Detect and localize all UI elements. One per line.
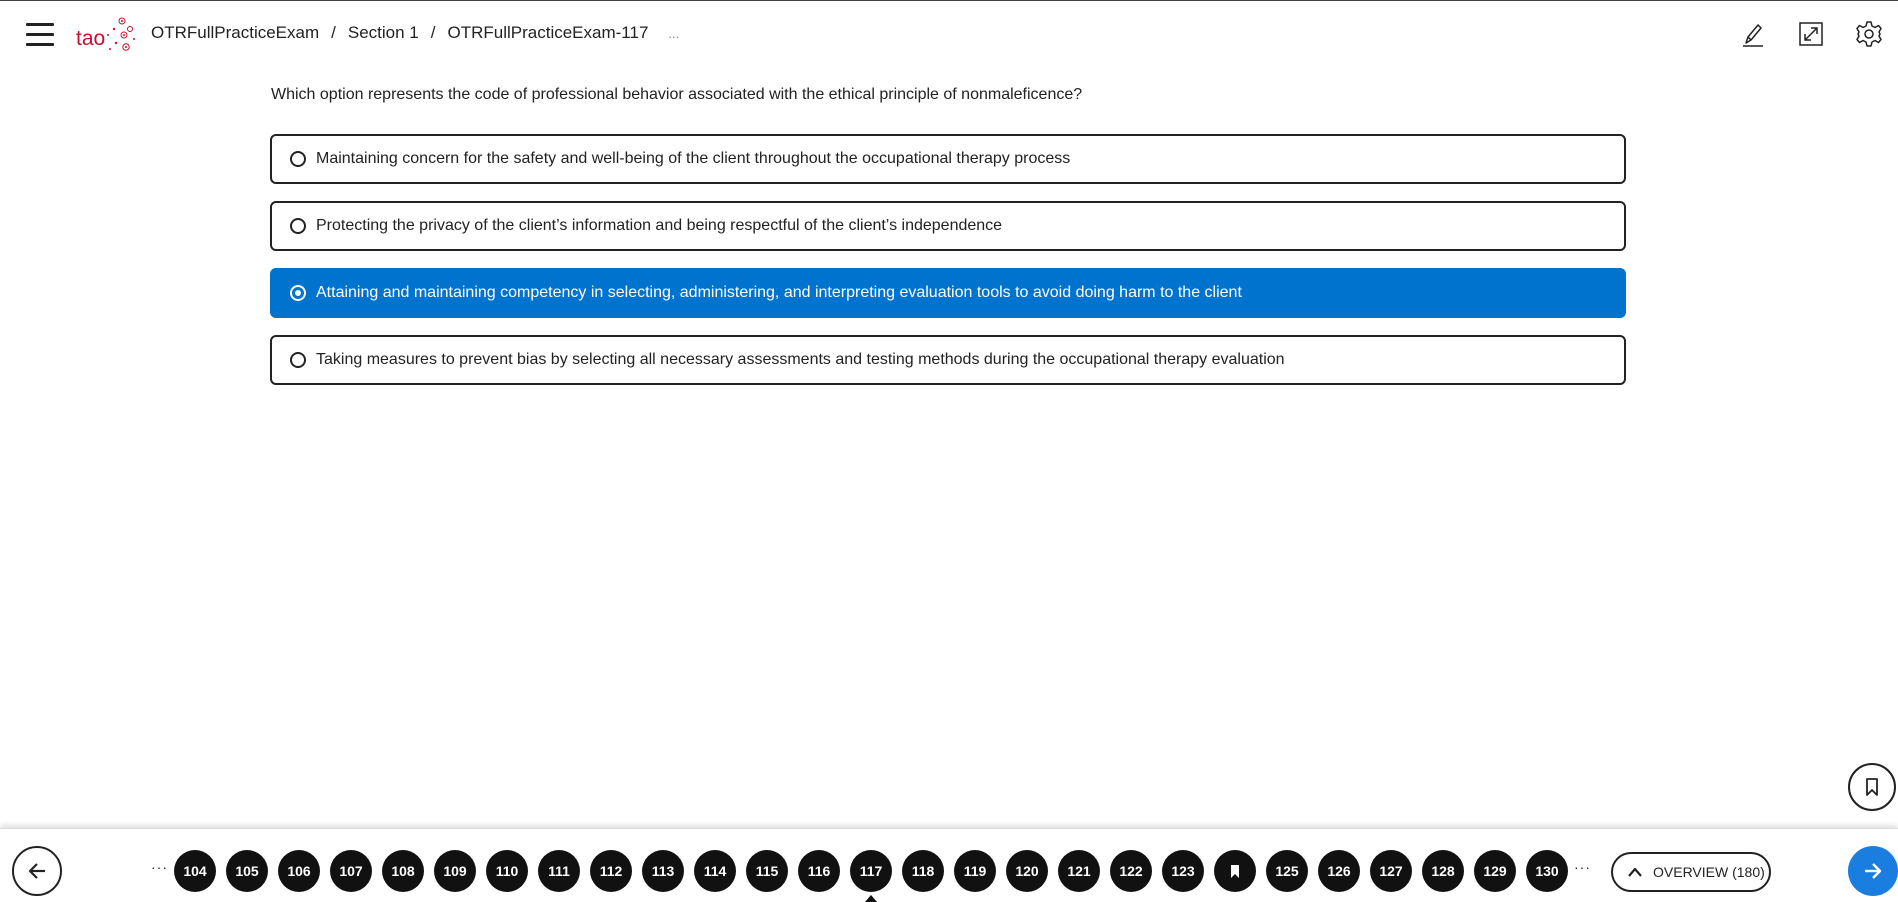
nav-item-flagged[interactable] xyxy=(1214,850,1256,892)
nav-item[interactable]: 123 xyxy=(1162,850,1204,892)
nav-item[interactable]: 126 xyxy=(1318,850,1360,892)
nav-item[interactable]: 106 xyxy=(278,850,320,892)
radio-button[interactable] xyxy=(290,352,306,368)
choice-option-c[interactable]: Attaining and maintaining competency in … xyxy=(270,268,1626,318)
arrow-left-icon xyxy=(28,863,45,879)
item-nav-list: 104 105 106 107 108 109 110 111 112 113 … xyxy=(174,850,1578,902)
nav-item[interactable]: 116 xyxy=(798,850,840,892)
breadcrumb-separator: / xyxy=(331,23,336,42)
nav-item[interactable]: 127 xyxy=(1370,850,1412,892)
choice-label: Attaining and maintaining competency in … xyxy=(316,284,1242,301)
choice-label: Maintaining concern for the safety and w… xyxy=(316,150,1071,167)
radio-button[interactable] xyxy=(290,151,306,167)
nav-item[interactable]: 119 xyxy=(954,850,996,892)
nav-item[interactable]: 118 xyxy=(902,850,944,892)
nav-item[interactable]: 122 xyxy=(1110,850,1152,892)
breadcrumb-item-section[interactable]: Section 1 xyxy=(348,23,419,43)
breadcrumb-item-exam[interactable]: OTRFullPracticeExam xyxy=(151,23,319,43)
header: tao OTRFullPracticeExam / Section 1 / OT… xyxy=(0,1,1898,67)
back-button[interactable] xyxy=(12,846,62,896)
bookmark-icon xyxy=(1231,864,1239,878)
nav-item[interactable]: 112 xyxy=(590,850,632,892)
choice-label: Taking measures to prevent bias by selec… xyxy=(316,351,1285,368)
nav-item[interactable]: 114 xyxy=(694,850,736,892)
choice-option-d[interactable]: Taking measures to prevent bias by selec… xyxy=(270,335,1626,385)
nav-ellipsis-left[interactable]: ··· xyxy=(151,859,168,875)
nav-item[interactable]: 128 xyxy=(1422,850,1464,892)
question-prompt: Which option represents the code of prof… xyxy=(271,86,1083,103)
nav-ellipsis-right[interactable]: ··· xyxy=(1574,859,1591,875)
nav-item[interactable]: 104 xyxy=(174,850,216,892)
nav-item-current[interactable]: 117 xyxy=(850,850,892,902)
chevron-up-icon xyxy=(1628,867,1642,877)
nav-item[interactable]: 111 xyxy=(538,850,580,892)
radio-button[interactable] xyxy=(290,285,306,301)
overview-button[interactable]: OVERVIEW (180) xyxy=(1611,852,1771,892)
radio-button[interactable] xyxy=(290,218,306,234)
nav-item[interactable]: 108 xyxy=(382,850,424,892)
nav-item[interactable]: 130 xyxy=(1526,850,1568,892)
breadcrumb-separator: / xyxy=(430,23,436,42)
gear-icon[interactable] xyxy=(1854,19,1884,49)
footer-navigation: ··· 104 105 106 107 108 109 110 111 112 … xyxy=(0,828,1898,902)
hamburger-menu-icon[interactable] xyxy=(26,23,54,47)
nav-item[interactable]: 121 xyxy=(1058,850,1100,892)
choice-list: Maintaining concern for the safety and w… xyxy=(270,134,1626,402)
nav-item[interactable]: 113 xyxy=(642,850,684,892)
nav-item[interactable]: 129 xyxy=(1474,850,1516,892)
tao-logo: tao xyxy=(76,15,138,55)
breadcrumb-item-item[interactable]: OTRFullPracticeExam-117 xyxy=(448,23,649,43)
nav-item[interactable]: 125 xyxy=(1266,850,1308,892)
choice-label: Protecting the privacy of the client’s i… xyxy=(316,217,1003,234)
bookmark-icon xyxy=(1866,778,1878,796)
choice-option-b[interactable]: Protecting the privacy of the client’s i… xyxy=(270,201,1626,251)
nav-item[interactable]: 120 xyxy=(1006,850,1048,892)
pen-icon[interactable] xyxy=(1737,19,1767,49)
breadcrumb: OTRFullPracticeExam / Section 1 / OTRFul… xyxy=(151,23,679,43)
nav-item[interactable]: 115 xyxy=(746,850,788,892)
nav-item[interactable]: 105 xyxy=(226,850,268,892)
overview-label: OVERVIEW (180) xyxy=(1653,864,1765,880)
logo-text: tao xyxy=(76,27,106,50)
arrow-right-icon xyxy=(1865,863,1882,879)
nav-item[interactable]: 110 xyxy=(486,850,528,892)
bookmark-button[interactable] xyxy=(1848,763,1896,811)
expand-icon[interactable] xyxy=(1796,19,1826,49)
next-button[interactable] xyxy=(1848,846,1898,896)
choice-option-a[interactable]: Maintaining concern for the safety and w… xyxy=(270,134,1626,184)
nav-item[interactable]: 109 xyxy=(434,850,476,892)
nav-item[interactable]: 107 xyxy=(330,850,372,892)
breadcrumb-more[interactable]: ... xyxy=(668,26,679,41)
